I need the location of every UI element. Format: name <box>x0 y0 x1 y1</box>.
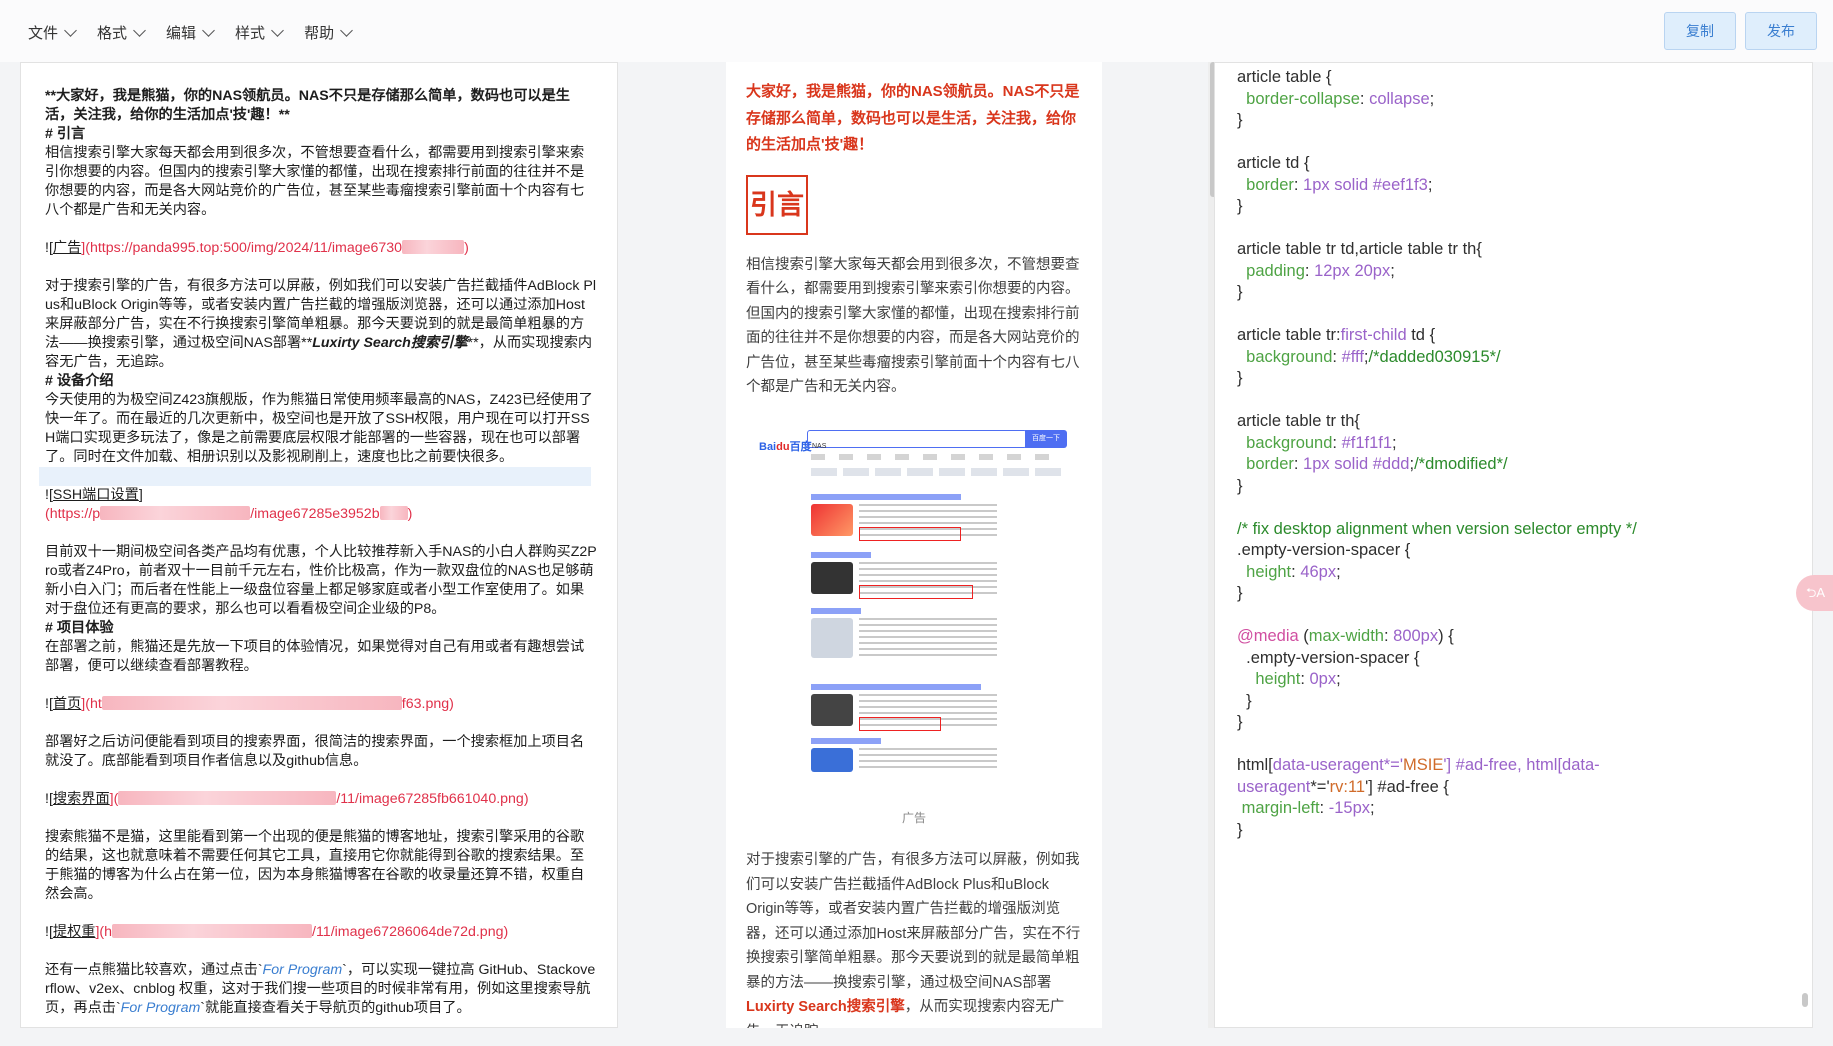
menu-help[interactable]: 帮助 <box>304 18 353 46</box>
css-line: padding: 12px 20px; <box>1246 261 1395 280</box>
preview-image-search-ads: Baidu百度 NAS 百度一下 <box>749 421 1079 802</box>
publish-button[interactable]: 发布 <box>1745 12 1817 50</box>
md-paragraph: 部署好之后访问便能看到项目的搜索界面，很简洁的搜索界面，一个搜索框加上项目名就没… <box>45 734 585 769</box>
css-line: } <box>1237 820 1243 839</box>
image-caption: 广告 <box>901 810 926 825</box>
top-toolbar: 文件 格式 编辑 样式 帮助 复制 发布 <box>0 0 1833 62</box>
css-editor[interactable]: article table { border-collapse: collaps… <box>1214 62 1813 1028</box>
md-image-link: ![广告](https://panda995.top:500/img/2024/… <box>45 240 469 256</box>
md-paragraph: 目前双十一期间极空间各类产品均有优惠，个人比较推荐新入手NAS的小白人群购买Z2… <box>45 544 597 617</box>
css-line: useragent*='rv:11'] #ad-free { <box>1237 777 1449 796</box>
css-line: } <box>1237 476 1243 495</box>
baidu-logo: Baidu百度 <box>759 440 812 453</box>
md-image-link: ![首页](ht f63.png) <box>45 696 454 712</box>
css-line <box>1237 132 1797 154</box>
menu-format-label: 格式 <box>97 24 128 42</box>
md-intro: **大家好，我是熊猫，你的NAS领航员。NAS不只是存储那么简单，数码也可以是生… <box>45 88 570 123</box>
css-line: } <box>1237 197 1243 215</box>
md-paragraph: 相信搜索引擎大家每天都会用到很多次，不管想要查看什么，都需要用到搜索引擎来索引你… <box>45 145 585 218</box>
menu-file[interactable]: 文件 <box>28 18 77 46</box>
css-line: article table tr th{ <box>1237 412 1360 430</box>
preview-pane[interactable]: 大家好，我是熊猫，你的NAS领航员。NAS不只是存储那么简单，数码也可以是生活，… <box>618 62 1214 1028</box>
css-line: article table { <box>1237 68 1332 86</box>
css-line: .empty-version-spacer { <box>1237 648 1420 667</box>
menu-edit-label: 编辑 <box>166 24 197 42</box>
md-image-link: ![SSH端口设置] <box>45 487 143 503</box>
menu-style[interactable]: 样式 <box>235 18 284 46</box>
chevron-down-icon <box>271 23 284 37</box>
search-result <box>811 607 997 668</box>
css-line <box>1237 390 1797 412</box>
preview-intro: 大家好，我是熊猫，你的NAS领航员。NAS不只是存储那么简单，数码也可以是生活，… <box>746 83 1080 153</box>
css-line <box>1237 734 1797 756</box>
css-line: html[data-useragent*='MSIE'] #ad-free, h… <box>1237 756 1600 774</box>
css-line: } <box>1237 713 1243 731</box>
css-line <box>1237 304 1797 326</box>
chevron-down-icon <box>133 23 146 37</box>
md-paragraph: 在部署之前，熊猫还是先放一下项目的体验情况，如果觉得对自己有用或者有趣想尝试部署… <box>45 639 585 674</box>
css-line: @media (max-width: 800px) { <box>1237 627 1454 645</box>
copy-button[interactable]: 复制 <box>1664 12 1736 50</box>
css-line: .empty-version-spacer { <box>1237 541 1411 559</box>
css-line: /* fix desktop alignment when version se… <box>1237 519 1637 538</box>
chevron-down-icon <box>340 23 353 37</box>
search-button-image: 百度一下 <box>1025 429 1067 448</box>
menu-bar: 文件 格式 编辑 样式 帮助 <box>28 18 373 46</box>
css-line: background: #f1f1f1; <box>1246 433 1397 452</box>
search-result <box>811 683 997 732</box>
search-box-image: NAS <box>807 429 1027 450</box>
css-line <box>1237 605 1797 627</box>
css-line: } <box>1237 584 1243 602</box>
css-scrollbar[interactable] <box>1800 63 1808 1027</box>
preview-paragraph: 对于搜索引擎的广告，有很多方法可以屏蔽，例如我们可以安装广告拦截插件AdBloc… <box>746 852 1081 1028</box>
translate-float-icon[interactable]: ⮌A <box>1796 575 1833 611</box>
css-line: article td { <box>1237 154 1310 172</box>
preview-paragraph: 相信搜索引擎大家每天都会用到很多次，不管想要查看什么，都需要用到搜索引擎来索引你… <box>746 256 1080 396</box>
menu-help-label: 帮助 <box>304 24 335 42</box>
chevron-down-icon <box>202 23 215 37</box>
md-paragraph: 今天使用的为极空间Z423旗舰版，作为熊猫日常使用频率最高的NAS，Z423已经… <box>45 392 593 465</box>
md-paragraph: 搜索熊猫不是猫，这里能看到第一个出现的便是熊猫的博客地址，搜索引擎采用的谷歌的结… <box>45 829 585 902</box>
css-line <box>1237 497 1797 519</box>
css-line: border: 1px solid #eef1f3; <box>1246 175 1433 194</box>
css-line: } <box>1237 369 1243 387</box>
css-line: height: 0px; <box>1255 670 1341 688</box>
menu-format[interactable]: 格式 <box>97 18 146 46</box>
menu-edit[interactable]: 编辑 <box>166 18 215 46</box>
md-heading-device: # 设备介绍 <box>45 373 114 389</box>
markdown-text[interactable]: **大家好，我是熊猫，你的NAS领航员。NAS不只是存储那么简单，数码也可以是生… <box>39 87 597 1018</box>
css-line: } <box>1237 111 1243 129</box>
md-heading-experience: # 项目体验 <box>45 620 114 636</box>
md-heading-intro: # 引言 <box>45 126 86 142</box>
preview-heading: 引言 <box>746 174 808 235</box>
css-line: article table tr td,article table tr th{ <box>1237 240 1482 258</box>
menu-file-label: 文件 <box>28 24 59 42</box>
css-line: background: #fff;/*dadded030915*/ <box>1246 347 1501 366</box>
search-result <box>811 551 997 600</box>
md-paragraph: 对于搜索引擎的广告，有很多方法可以屏蔽，例如我们可以安装广告拦截插件AdBloc… <box>45 278 596 370</box>
css-line: } <box>1237 691 1252 710</box>
css-line: border: 1px solid #ddd;/*dmodified*/ <box>1246 455 1508 473</box>
markdown-editor[interactable]: **大家好，我是熊猫，你的NAS领航员。NAS不只是存储那么简单，数码也可以是生… <box>20 62 618 1028</box>
css-line <box>1237 218 1797 240</box>
css-line: article table tr:first-child td { <box>1237 326 1436 344</box>
search-result <box>811 737 997 778</box>
search-result <box>811 493 997 542</box>
md-image-link: ![提权重](h/11/image67286064de72d.png) <box>45 924 509 940</box>
css-line: border-collapse: collapse; <box>1246 89 1435 108</box>
md-image-link: ![搜索界面](/11/image67285fb661040.png) <box>45 791 529 807</box>
css-line: margin-left: -15px; <box>1241 799 1375 817</box>
cursor-line-highlight <box>39 467 591 486</box>
chevron-down-icon <box>64 23 77 37</box>
css-code[interactable]: article table { border-collapse: collaps… <box>1237 67 1797 841</box>
md-image-url: (https://p/image67285e3952b) <box>45 506 413 522</box>
menu-style-label: 样式 <box>235 24 266 42</box>
md-paragraph: 还有一点熊猫比较喜欢，通过点击`For Program`，可以实现一键拉高 Gi… <box>45 962 596 1016</box>
css-line: height: 46px; <box>1246 562 1341 581</box>
css-scrollbar-thumb[interactable] <box>1802 993 1808 1007</box>
css-line: } <box>1237 283 1243 301</box>
article-preview: 大家好，我是熊猫，你的NAS领航员。NAS不只是存储那么简单，数码也可以是生活，… <box>726 62 1102 1028</box>
